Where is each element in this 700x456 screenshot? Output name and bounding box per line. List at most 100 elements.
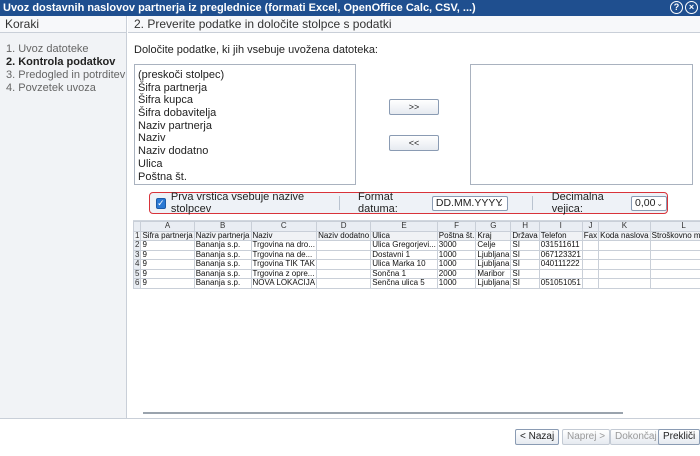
step-heading: 2. Preverite podatke in določite stolpce… bbox=[128, 16, 700, 33]
add-field-button[interactable]: >> bbox=[389, 99, 439, 115]
column-letter-row: ABCDEFGHIJKLM bbox=[133, 221, 700, 232]
close-icon[interactable]: × bbox=[685, 1, 698, 14]
decimal-select[interactable]: 0,00 ⌄ bbox=[631, 195, 668, 211]
field-option[interactable]: Šifra kupca bbox=[138, 94, 355, 107]
step-item[interactable]: 3. Predogled in potrditev bbox=[6, 69, 126, 82]
date-format-select[interactable]: DD.MM.YYYY ⌄ bbox=[431, 195, 508, 211]
row-number: 4 bbox=[133, 259, 142, 270]
column-letter[interactable]: B bbox=[193, 221, 252, 232]
column-letter[interactable]: J bbox=[581, 221, 600, 232]
table-cell: Bananja s.p. bbox=[193, 249, 252, 260]
window-title: Uvoz dostavnih naslovov partnerja iz pre… bbox=[3, 2, 476, 14]
column-letter[interactable]: A bbox=[140, 221, 195, 232]
horizontal-scrollbar[interactable] bbox=[143, 412, 623, 414]
finish-button[interactable]: Dokončaj bbox=[610, 429, 662, 445]
cancel-button[interactable]: Prekliči bbox=[658, 429, 700, 445]
table-row: 2 9 Bananja s.p. Trgovina na dro... Ulica Gr… bbox=[133, 240, 700, 251]
selected-fields-list[interactable] bbox=[470, 64, 693, 185]
table-cell: Naziv dodatno bbox=[316, 230, 372, 241]
field-option[interactable]: Poštna št. bbox=[138, 171, 355, 184]
table-cell: Trgovina TIK TAK bbox=[250, 259, 318, 270]
row-number: 6 bbox=[133, 278, 142, 289]
table-cell bbox=[598, 259, 651, 270]
table-cell: 9 bbox=[140, 259, 195, 270]
back-button[interactable]: < Nazaj bbox=[515, 429, 560, 445]
table-cell: Ljubljana bbox=[475, 249, 512, 260]
table-cell bbox=[581, 259, 600, 270]
available-fields-list[interactable]: (preskoči stolpec) Šifra partnerja Šifra k… bbox=[134, 64, 356, 185]
table-cell bbox=[316, 278, 372, 289]
field-option[interactable]: Šifra partnerja bbox=[138, 82, 355, 95]
table-cell bbox=[581, 240, 600, 251]
table-cell: SI bbox=[510, 259, 540, 270]
table-cell: 9 bbox=[140, 268, 195, 279]
table-cell: Ljubljana bbox=[475, 259, 512, 270]
remove-field-button[interactable]: << bbox=[389, 135, 439, 151]
step-item[interactable]: 1. Uvoz datoteke bbox=[6, 43, 126, 56]
column-letter[interactable]: H bbox=[510, 221, 540, 232]
step-item[interactable]: 4. Povzetek uvoza bbox=[6, 82, 126, 95]
table-cell: 1000 bbox=[436, 249, 477, 260]
field-option[interactable]: Naziv dodatno bbox=[138, 145, 355, 158]
table-cell: Bananja s.p. bbox=[193, 268, 252, 279]
sidebar-heading: Koraki bbox=[0, 16, 126, 33]
table-cell: Dostavni 1 bbox=[370, 249, 438, 260]
column-letter[interactable]: F bbox=[436, 221, 477, 232]
table-cell bbox=[581, 268, 600, 279]
table-cell: Ulica Marka 10 bbox=[370, 259, 438, 270]
table-cell: Trgovina z opre... bbox=[250, 268, 318, 279]
table-cell: Trgovina na de... bbox=[250, 249, 318, 260]
table-row: 6 9 Bananja s.p. NOVA LOKACIJA Senčna ulica … bbox=[133, 278, 700, 289]
table-cell: 040111222 bbox=[538, 259, 583, 270]
table-cell: SI bbox=[510, 249, 540, 260]
column-letter[interactable]: K bbox=[598, 221, 651, 232]
help-icon[interactable]: ? bbox=[670, 1, 683, 14]
table-cell: Država bbox=[510, 230, 540, 241]
table-cell: Koda naslova bbox=[598, 230, 651, 241]
table-cell bbox=[649, 278, 700, 289]
column-letter[interactable]: C bbox=[250, 221, 318, 232]
table-cell bbox=[316, 240, 372, 251]
row-number: 3 bbox=[133, 249, 142, 260]
table-cell: Ulica Gregorjevi... bbox=[370, 240, 438, 251]
next-button[interactable]: Naprej > bbox=[562, 429, 611, 445]
window-titlebar: Uvoz dostavnih naslovov partnerja iz pre… bbox=[0, 0, 700, 16]
table-cell: 1000 bbox=[436, 259, 477, 270]
field-option[interactable]: Naziv partnerja bbox=[138, 120, 355, 133]
table-cell: Trgovina na dro... bbox=[250, 240, 318, 251]
field-option[interactable]: (preskoči stolpec) bbox=[138, 69, 355, 82]
divider bbox=[531, 196, 533, 210]
field-option[interactable]: Šifra dobavitelja bbox=[138, 107, 355, 120]
table-row: 4 9 Bananja s.p. Trgovina TIK TAK Ulica Mark… bbox=[133, 259, 700, 270]
step-item[interactable]: 2. Kontrola podatkov bbox=[6, 56, 126, 69]
column-letter[interactable]: E bbox=[370, 221, 438, 232]
spreadsheet-preview: ABCDEFGHIJKLM1Šifra partnerjaNaziv partn… bbox=[133, 220, 700, 415]
table-cell bbox=[316, 259, 372, 270]
table-cell bbox=[316, 268, 372, 279]
table-cell bbox=[649, 259, 700, 270]
column-letter[interactable]: I bbox=[538, 221, 583, 232]
import-options-bar: ✓ Prva vrstica vsebuje nazive stolpcev F… bbox=[149, 191, 668, 215]
wizard-footer: < Nazaj Naprej > Dokončaj Prekliči bbox=[0, 418, 700, 456]
column-letter[interactable]: D bbox=[316, 221, 372, 232]
table-cell bbox=[598, 268, 651, 279]
table-cell: Stroškovno mesto bbox=[649, 230, 700, 241]
table-cell: SI bbox=[510, 240, 540, 251]
divider bbox=[339, 196, 341, 210]
steps-list: 1. Uvoz datoteke 2. Kontrola podatkov 3. P… bbox=[0, 43, 126, 95]
column-letter[interactable]: G bbox=[475, 221, 512, 232]
table-cell: Šifra partnerja bbox=[140, 230, 195, 241]
date-format-label: Format datuma: bbox=[358, 191, 398, 215]
field-option[interactable]: Naziv bbox=[138, 132, 355, 145]
field-option[interactable]: Kraj bbox=[138, 183, 355, 184]
spreadsheet-table: ABCDEFGHIJKLM1Šifra partnerjaNaziv partn… bbox=[133, 221, 700, 289]
table-cell bbox=[538, 268, 583, 279]
column-letter[interactable]: L bbox=[649, 221, 700, 232]
table-cell: Sončna 1 bbox=[370, 268, 438, 279]
table-cell: Senčna ulica 5 bbox=[370, 278, 438, 289]
table-row: 5 9 Bananja s.p. Trgovina z opre... Sončna 1… bbox=[133, 268, 700, 279]
first-row-headers-checkbox[interactable]: ✓ bbox=[156, 197, 166, 209]
field-option[interactable]: Ulica bbox=[138, 158, 355, 171]
table-cell bbox=[598, 240, 651, 251]
row-number: 5 bbox=[133, 268, 142, 279]
